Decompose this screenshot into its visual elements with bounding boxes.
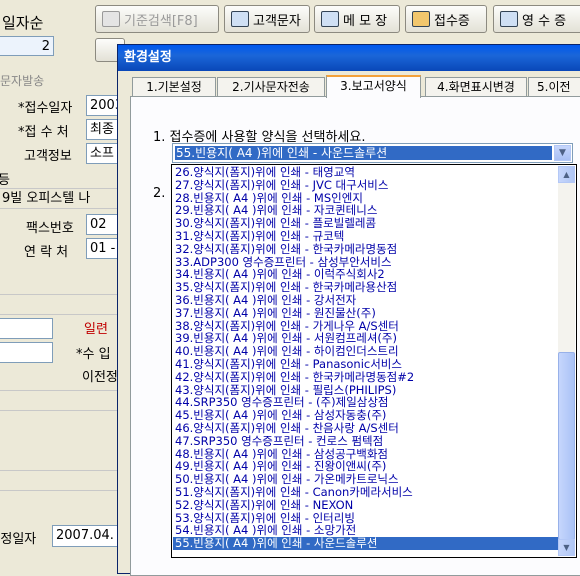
dropdown-options: 26.양식지(폼지)위에 인쇄 - 태영교역 27.양식지(폼지)위에 인쇄 - …: [173, 166, 558, 550]
blank-field-4[interactable]: [0, 390, 126, 411]
fax-label: 팩스번호: [26, 221, 74, 236]
dropdown-option[interactable]: 33.ADP300 영수증프린터 - 삼성부안서비스: [173, 256, 558, 269]
dropdown-option[interactable]: 32.양식지(폼지)위에 인쇄 - 한국카메라명동점: [173, 243, 558, 256]
region-text: 등: [0, 173, 10, 188]
blank-field-1[interactable]: [0, 294, 126, 315]
scroll-thumb[interactable]: [558, 352, 575, 540]
dropdown-option[interactable]: 38.양식지(폼지)위에 인쇄 - 가게나우 A/S센터: [173, 320, 558, 333]
dropdown-option[interactable]: 49.빈용지( A4 )위에 인쇄 - 진왕이앤씨(주): [173, 460, 558, 473]
chevron-down-icon: ▼: [559, 148, 566, 158]
question-2-label: 2.: [153, 186, 166, 201]
dropdown-option[interactable]: 52.양식지(폼지)위에 인쇄 - NEXON: [173, 499, 558, 512]
receipt-format-combobox[interactable]: 55.빈용지( A4 )위에 인쇄 - 사운드솔루션 ▼: [172, 143, 573, 163]
dropdown-option[interactable]: 31.양식지(폼지)위에 인쇄 - 규코텍: [173, 230, 558, 243]
memo-button[interactable]: 메 모 장: [314, 5, 400, 33]
receipt-format-dropdown-list[interactable]: 26.양식지(폼지)위에 인쇄 - 태영교역 27.양식지(폼지)위에 인쇄 - …: [171, 164, 577, 558]
customer-info-label: 고객정보: [24, 149, 72, 164]
dropdown-option[interactable]: 43.양식지(폼지)위에 인쇄 - 필립스(PHILIPS): [173, 384, 558, 397]
dropdown-option[interactable]: 50.빈용지( A4 )위에 인쇄 - 가온메카트로닉스: [173, 473, 558, 486]
dropdown-option[interactable]: 37.빈용지( A4 )위에 인쇄 - 원진물산(주): [173, 307, 558, 320]
tab-driver-sms[interactable]: 2.기사문자전송: [217, 77, 325, 97]
scroll-down-button[interactable]: ▼: [558, 539, 575, 556]
sms-send-label: 문자발송: [0, 74, 45, 88]
transfer-text: 이전정: [82, 370, 118, 385]
arrow-down-icon: ▼: [563, 543, 570, 552]
combobox-selected-value: 55.빈용지( A4 )위에 인쇄 - 사운드솔루션: [175, 146, 552, 160]
printer-icon: [412, 11, 430, 27]
contact-label: 연 락 처: [24, 245, 69, 260]
receipt-date-label: *접수일자: [18, 101, 73, 116]
dropdown-option[interactable]: 40.빈용지( A4 )위에 인쇄 - 하이컴인더스트리: [173, 345, 558, 358]
receive-text: *수 입: [76, 347, 111, 362]
dropdown-option[interactable]: 54.빈용지( A4 )위에 인쇄 - 소망가전: [173, 524, 558, 537]
chart-icon: [231, 11, 249, 27]
blank-field-3[interactable]: [0, 342, 53, 363]
arrow-up-icon: ▲: [563, 170, 570, 179]
address-field[interactable]: 9빌 오피스텔 나: [0, 188, 126, 209]
dropdown-option[interactable]: 45.빈용지( A4 )위에 인쇄 - 삼성자동충(주): [173, 409, 558, 422]
dropdown-option[interactable]: 46.양식지(폼지)위에 인쇄 - 찬음사랑 A/S센터: [173, 422, 558, 435]
dialog-titlebar[interactable]: 환경설정: [118, 45, 580, 71]
dropdown-scrollbar[interactable]: ▲ ▼: [558, 166, 575, 556]
printer-icon: [500, 11, 518, 27]
dropdown-option[interactable]: 41.양식지(폼지)위에 인쇄 - Panasonic서비스: [173, 358, 558, 371]
tab-display-settings[interactable]: 4.화면표시변경: [425, 77, 527, 97]
blank-field-2[interactable]: [0, 318, 53, 339]
notepad-icon: [321, 11, 339, 27]
dropdown-option[interactable]: 55.빈용지( A4 )위에 인쇄 - 사운드솔루션: [173, 537, 558, 550]
modify-date-field[interactable]: 2007.04.: [52, 525, 126, 547]
dropdown-option[interactable]: 27.양식지(폼지)위에 인쇄 - JVC 대구서비스: [173, 179, 558, 192]
blank-field-5[interactable]: [0, 470, 126, 491]
serial-text: 일련: [84, 322, 108, 337]
sort-field[interactable]: 2: [0, 36, 54, 56]
dropdown-option[interactable]: 35.양식지(폼지)위에 인쇄 - 한국카메라용산점: [173, 281, 558, 294]
dropdown-option[interactable]: 42.양식지(폼지)위에 인쇄 - 한국카메라명동점#2: [173, 371, 558, 384]
receipt-slip-button[interactable]: 접수증: [405, 5, 487, 33]
tab-report-format[interactable]: 3.보고서양식: [326, 75, 421, 98]
dropdown-option[interactable]: 30.양식지(폼지)위에 인쇄 - 플로빌렐레콤: [173, 217, 558, 230]
receipt-button[interactable]: 영 수 증: [493, 5, 580, 33]
dropdown-option[interactable]: 53.양식지(폼지)위에 인쇄 - 인터리빙: [173, 512, 558, 525]
dropdown-option[interactable]: 34.빈용지( A4 )위에 인쇄 - 이럭주식회사2: [173, 268, 558, 281]
dropdown-option[interactable]: 44.SRP350 영수증프린터 - (주)제일삼상점: [173, 396, 558, 409]
criteria-search-button[interactable]: 기준검색[F8]: [95, 5, 219, 33]
dropdown-option[interactable]: 29.빈용지( A4 )위에 인쇄 - 자코퀸테니스: [173, 204, 558, 217]
dropdown-option[interactable]: 26.양식지(폼지)위에 인쇄 - 태영교역: [173, 166, 558, 179]
dialog-title: 환경설정: [124, 50, 172, 65]
dropdown-option[interactable]: 36.빈용지( A4 )위에 인쇄 - 강서전자: [173, 294, 558, 307]
scroll-up-button[interactable]: ▲: [558, 166, 575, 183]
tab-basic-settings[interactable]: 1.기본설정: [132, 77, 216, 97]
sort-label: 일자순: [2, 14, 44, 32]
customer-sms-button[interactable]: 고객문자: [224, 5, 310, 33]
dropdown-option[interactable]: 47.SRP350 영수증프린터 - 컨로스 펌텍점: [173, 435, 558, 448]
printer-icon: [102, 11, 120, 27]
tab-transfer[interactable]: 5.이전: [528, 77, 580, 97]
dropdown-option[interactable]: 51.양식지(폼지)위에 인쇄 - Canon카메라서비스: [173, 486, 558, 499]
modify-date-label: |정일자: [0, 532, 37, 547]
combobox-dropdown-button[interactable]: ▼: [554, 145, 571, 161]
receipt-place-label: *접 수 처: [18, 125, 69, 140]
dropdown-option[interactable]: 48.빈용지( A4 )위에 인쇄 - 삼성공구백화점: [173, 448, 558, 461]
dropdown-option[interactable]: 39.빈용지( A4 )위에 인쇄 - 서원컴프레셔(주): [173, 332, 558, 345]
dropdown-option[interactable]: 28.빈용지( A4 )위에 인쇄 - MS인엔지: [173, 192, 558, 205]
